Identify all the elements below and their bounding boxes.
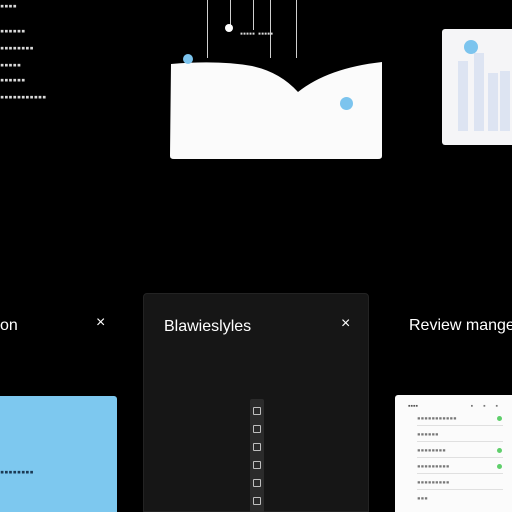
list-item[interactable]: ▪▪▪ [417,495,428,502]
divider [417,425,503,426]
side-list-item[interactable]: ▪▪▪▪▪▪ [0,27,25,35]
toolbar-icon[interactable] [253,461,261,469]
chart-bar [474,53,484,131]
panel-label: ▪▪▪▪▪▪▪▪ [0,468,34,476]
accent-dot [340,97,353,110]
status-dot [497,464,502,469]
hanging-dot [225,24,233,32]
chart-bar [488,73,498,131]
doc-header: ▪▪▪▪ [408,403,418,410]
divider [417,457,503,458]
list-item[interactable]: ▪▪▪▪▪▪▪▪▪ [417,479,450,486]
toolbar-icon[interactable] [253,497,261,505]
side-list-item[interactable]: ▪▪▪▪▪▪ [0,76,25,84]
preview-panel[interactable]: ▪▪▪▪▪▪▪▪ [0,396,117,512]
divider [417,489,503,490]
hanging-line [253,0,254,30]
book-shape [170,62,382,159]
side-list-item[interactable]: ▪▪▪▪▪ [0,61,21,69]
list-item[interactable]: ▪▪▪▪▪▪▪▪▪▪▪ [417,415,457,422]
hanging-line [270,0,271,58]
hanging-line [207,0,208,58]
accent-dot [464,40,478,54]
list-item[interactable]: ▪▪▪▪▪▪▪▪▪ [417,463,450,470]
window-card-right[interactable]: Review mangep ▪▪▪▪ ▪ ▪ ▪ ▪▪▪▪▪▪▪▪▪▪▪ ▪▪▪… [395,293,512,512]
card-title: Blawieslyles [164,318,252,335]
chart-bar [500,71,510,131]
side-list-item[interactable]: ▪▪▪▪▪▪▪▪ [0,44,34,52]
chart-bar [458,61,468,131]
side-list-item[interactable]: ▪▪▪▪ [0,2,17,10]
window-card-middle[interactable]: Blawieslyles × [143,293,369,512]
toolbar-icon[interactable] [253,479,261,487]
side-list-item[interactable]: ▪▪▪▪▪▪▪▪▪▪▪ [0,93,46,101]
list-item[interactable]: ▪▪▪▪▪▪ [417,431,439,438]
status-dot [497,448,502,453]
document-preview[interactable]: ▪▪▪▪ ▪ ▪ ▪ ▪▪▪▪▪▪▪▪▪▪▪ ▪▪▪▪▪▪ ▪▪▪▪▪▪▪▪ ▪… [395,395,512,512]
chart-preview-card[interactable] [442,29,512,145]
open-book-illustration [168,58,386,160]
toolbar-icon[interactable] [253,443,261,451]
hanging-line [296,0,297,58]
toolbar-icon[interactable] [253,425,261,433]
doc-header-icons: ▪ ▪ ▪ [470,403,502,410]
divider [417,441,503,442]
close-icon[interactable]: × [341,316,350,332]
icon-toolbar [250,399,264,512]
card-title: on [0,317,18,334]
toolbar-icon[interactable] [253,407,261,415]
window-card-left[interactable]: on × ▪▪▪▪▪▪▪▪ [0,293,130,512]
close-icon[interactable]: × [96,315,105,331]
illustration-caption: ▪▪▪▪▪ ▪▪▪▪▪ [240,31,274,37]
status-dot [497,416,502,421]
list-item[interactable]: ▪▪▪▪▪▪▪▪ [417,447,446,454]
card-title: Review mangep [409,317,512,334]
divider [417,473,503,474]
accent-dot [183,54,193,64]
